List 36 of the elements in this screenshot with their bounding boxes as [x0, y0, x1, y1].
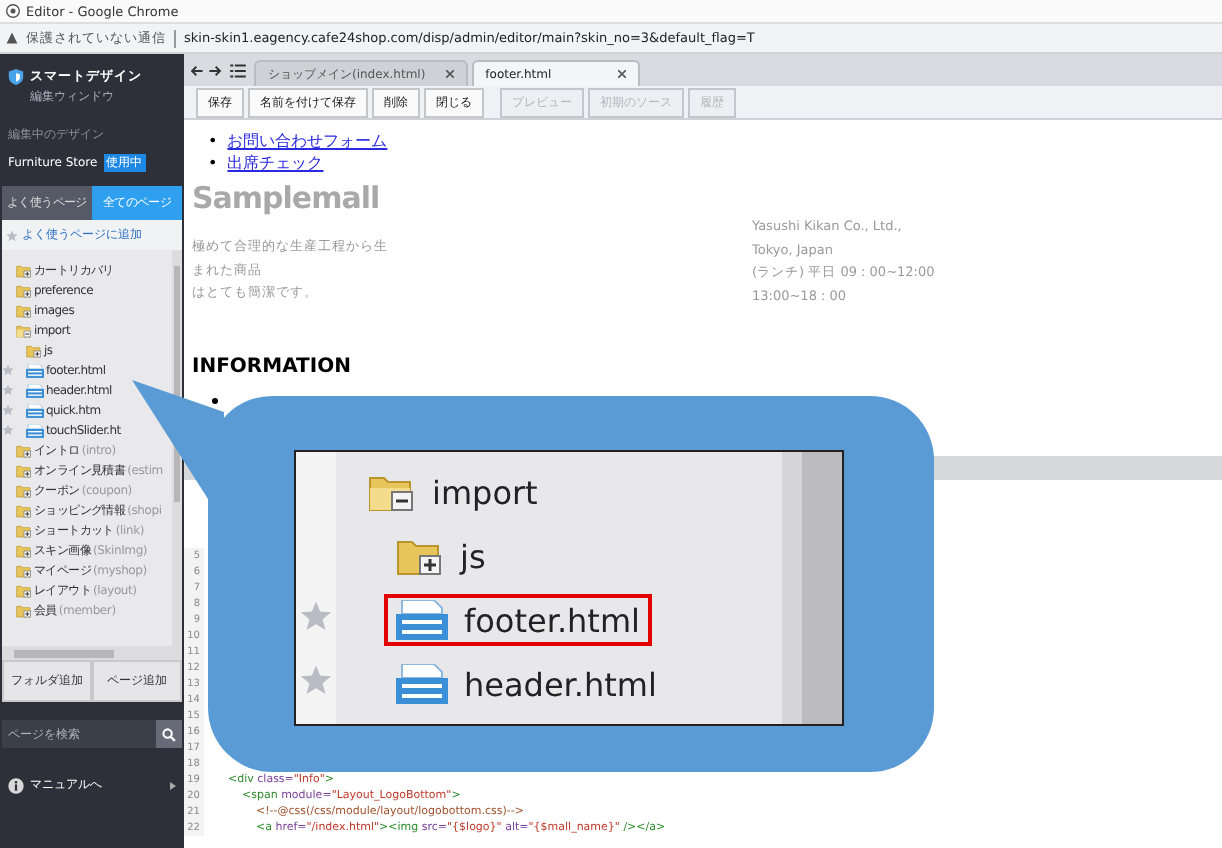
shop-logo: Samplemall [192, 180, 382, 216]
search-button[interactable] [156, 720, 182, 748]
star-icon[interactable] [300, 664, 332, 696]
html-file-icon [26, 403, 44, 417]
html-file-icon [26, 363, 44, 377]
tree-item: import [432, 473, 538, 511]
star-icon[interactable] [2, 424, 14, 436]
tree-item: js [460, 537, 486, 575]
tree-item: header.html [464, 665, 657, 703]
tree-item: footer.html [464, 601, 640, 639]
forward-icon[interactable] [208, 63, 222, 77]
star-icon[interactable] [6, 229, 18, 241]
info-icon [8, 777, 24, 793]
shield-icon [8, 68, 24, 86]
star-icon[interactable] [2, 404, 14, 416]
bullet-dot [212, 398, 218, 404]
search-icon [162, 727, 176, 741]
star-icon[interactable] [300, 600, 332, 632]
horizontal-scrollbar[interactable] [2, 646, 182, 660]
warning-icon [6, 32, 18, 44]
html-file-icon [26, 383, 44, 397]
list-icon[interactable] [230, 63, 246, 77]
caret-icon [170, 781, 176, 789]
html-file-icon [396, 664, 448, 704]
close-icon[interactable] [617, 70, 626, 78]
html-file-icon [26, 423, 44, 437]
star-icon[interactable] [2, 384, 14, 396]
html-file-icon [396, 600, 448, 640]
section-heading: INFORMATION [192, 356, 353, 378]
bullet: • [208, 130, 218, 152]
preview-link[interactable]: お問い合わせフォーム [227, 130, 388, 152]
star-icon[interactable] [2, 364, 14, 376]
preview-link[interactable]: 出席チェック [227, 152, 324, 174]
close-icon[interactable] [445, 70, 454, 78]
bullet: • [208, 152, 218, 174]
back-icon[interactable] [190, 63, 204, 77]
